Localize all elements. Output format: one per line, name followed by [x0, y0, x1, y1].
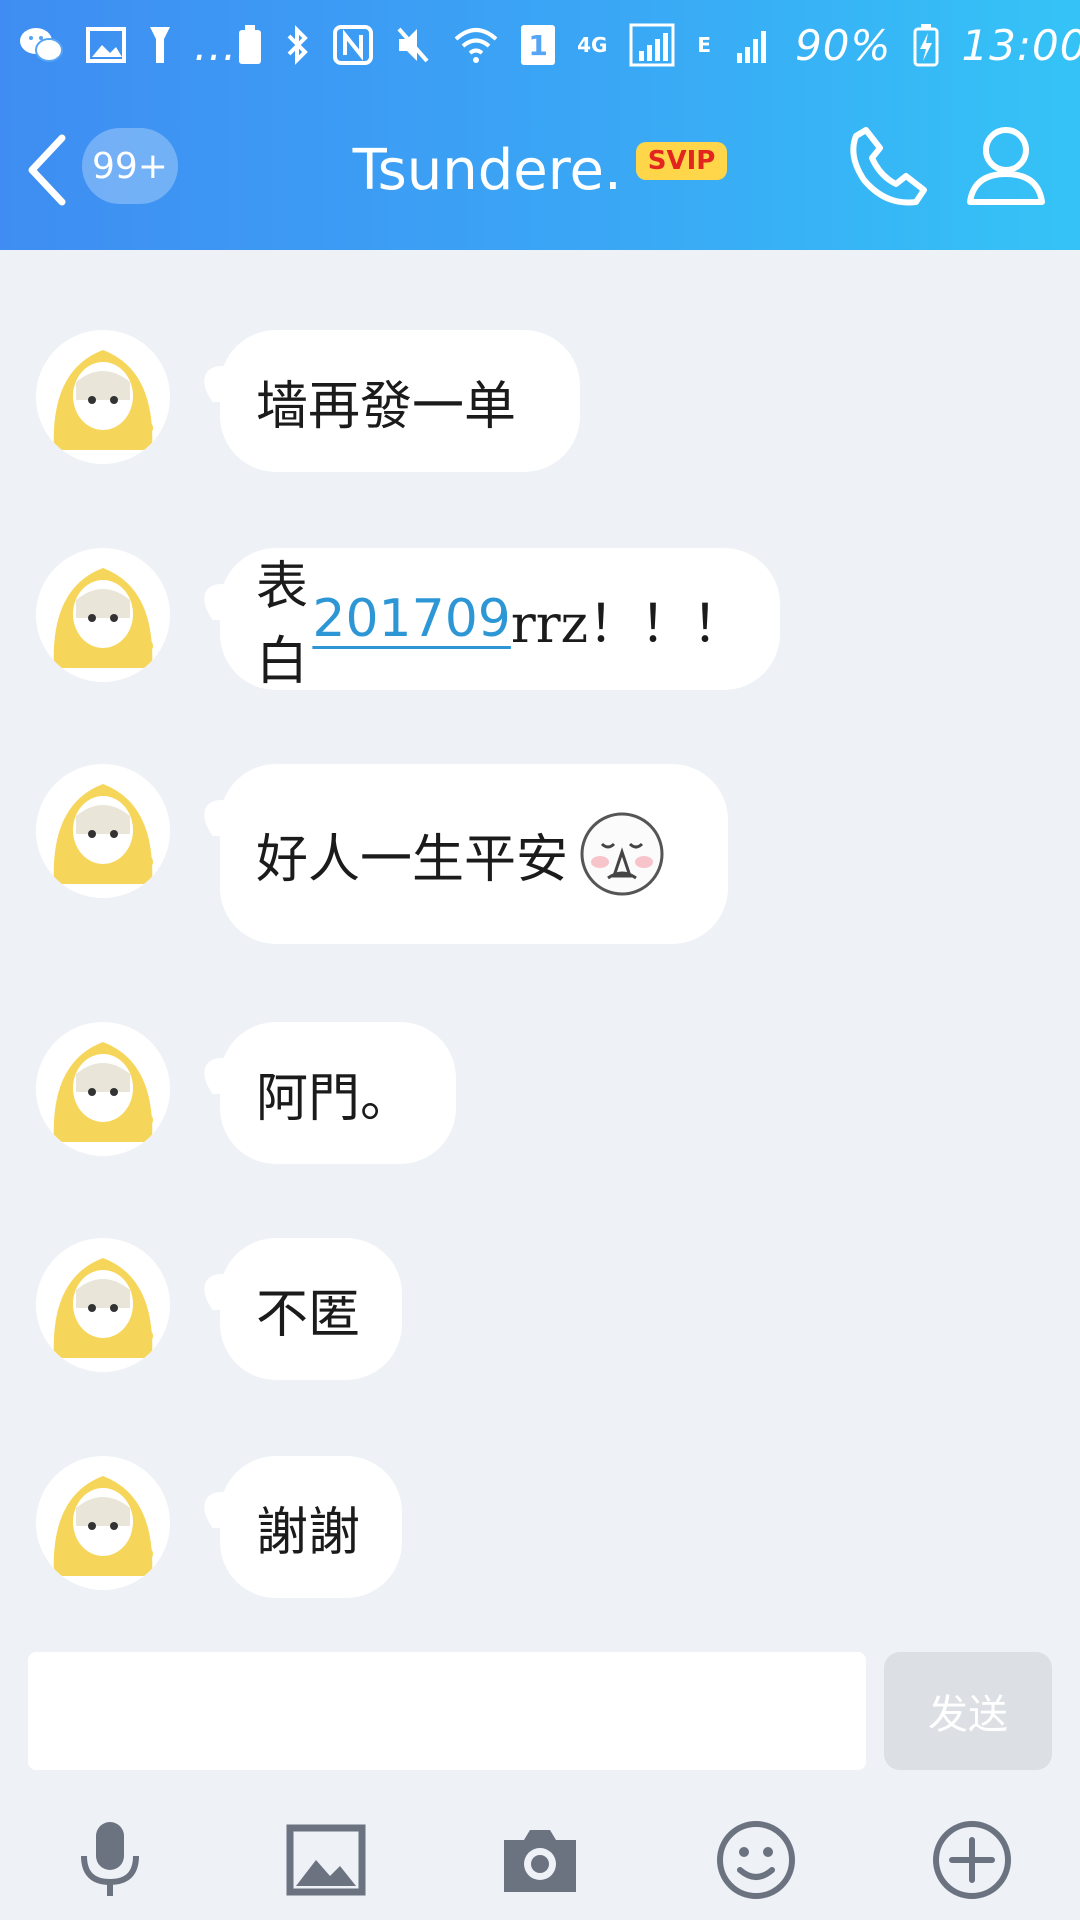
signal-icon [629, 23, 675, 67]
message-text-suffix: rrz！！！ [510, 594, 744, 655]
battery-percentage: 90% [795, 20, 892, 70]
avatar[interactable] [36, 1456, 170, 1590]
message-bubble[interactable]: 墙再發一单 [220, 330, 580, 472]
message-input[interactable] [28, 1652, 866, 1770]
microphone-icon[interactable] [68, 1818, 152, 1902]
person-icon [967, 127, 1045, 205]
message-text: 好人一生平安 [256, 829, 569, 890]
avatar[interactable] [36, 1238, 170, 1372]
battery-saver-icon [237, 24, 263, 66]
message-bubble[interactable]: 阿門。 [220, 1022, 456, 1164]
clock: 13:00 [961, 20, 1080, 70]
gallery-icon [86, 27, 126, 63]
camera-icon[interactable] [498, 1818, 582, 1902]
chat-title[interactable]: Tsundere. [353, 138, 622, 203]
message-bubble[interactable]: 謝謝 [220, 1456, 402, 1598]
svip-badge: SVIP [635, 142, 728, 180]
status-bar: ... 1 4G E 90% 13:00 [0, 0, 1080, 90]
bluetooth-icon [285, 24, 311, 66]
input-toolbar [0, 1800, 1080, 1910]
battery-charging-icon [913, 23, 939, 67]
message-link[interactable]: 201709 [312, 589, 511, 649]
emoji-icon[interactable] [714, 1818, 798, 1902]
call-button[interactable] [846, 122, 932, 208]
sim-slot-icon: 1 [521, 25, 556, 65]
message-bubble[interactable]: 不匿 [220, 1238, 402, 1380]
message-text-prefix: 表白 [256, 557, 309, 692]
message-text: 墙再發一单 [256, 376, 517, 437]
pray-emoji-icon [578, 810, 666, 898]
message-text: 不匿 [256, 1284, 361, 1345]
network-e-label: E [697, 33, 712, 57]
image-icon[interactable] [284, 1818, 368, 1902]
wechat-icon [18, 25, 64, 65]
nfc-icon [333, 25, 374, 65]
avatar[interactable] [36, 548, 170, 682]
plus-icon[interactable] [930, 1818, 1014, 1902]
mute-icon [395, 25, 431, 65]
message-text: 謝謝 [256, 1502, 361, 1563]
message-bubble[interactable]: 好人一生平安 [220, 764, 728, 944]
nav-bar: 99+ Tsundere. SVIP [0, 100, 1080, 240]
message-text: 阿門。 [256, 1068, 413, 1129]
more-indicator: ... [194, 20, 238, 70]
flashlight-icon [148, 25, 172, 65]
message-bubble[interactable]: 表白 201709 rrz！！！ [220, 548, 780, 692]
profile-button[interactable] [966, 122, 1046, 208]
avatar[interactable] [36, 1022, 170, 1156]
avatar[interactable] [36, 764, 170, 898]
wifi-icon [453, 25, 499, 65]
phone-icon [850, 127, 927, 206]
avatar[interactable] [36, 330, 170, 464]
header: ... 1 4G E 90% 13:00 99+ Tsundere. SVIP [0, 0, 1080, 250]
send-button[interactable]: 发送 [884, 1652, 1052, 1770]
signal-icon-2 [733, 25, 773, 65]
network-4g-label: 4G [577, 33, 608, 57]
